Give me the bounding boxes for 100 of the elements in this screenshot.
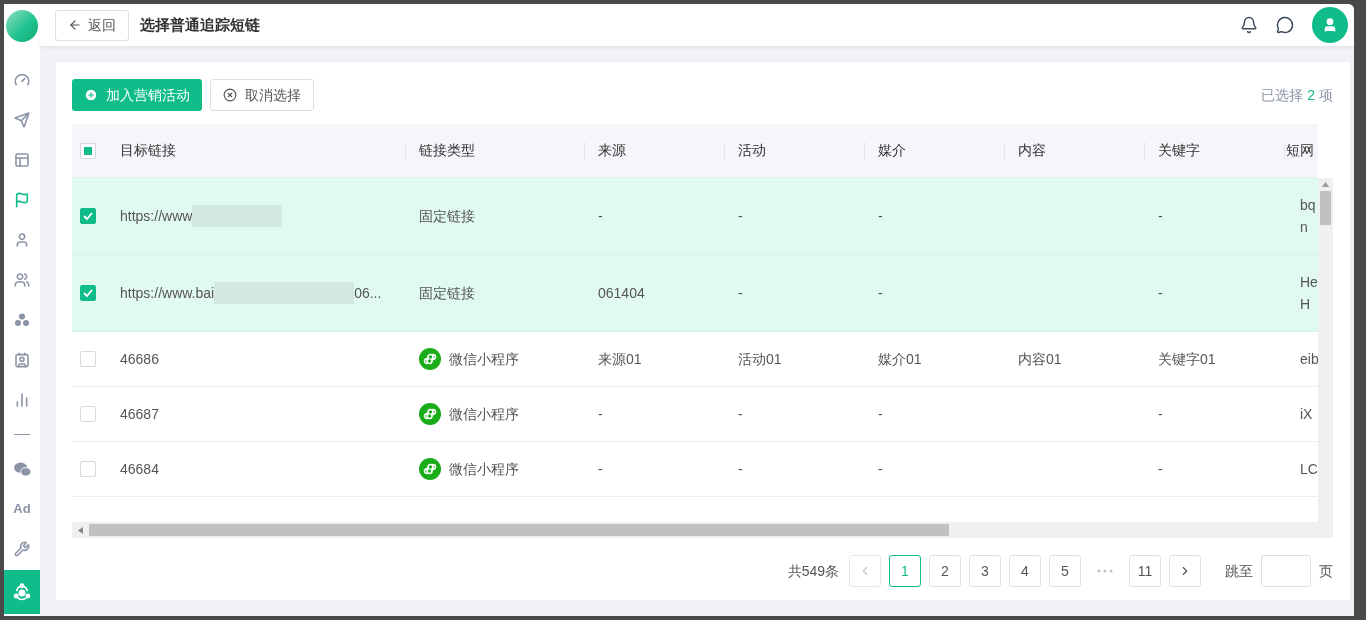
table-cell-text: - bbox=[598, 459, 603, 479]
table-cell-text: 固定链接 bbox=[419, 206, 475, 226]
table-cell-text: 46687 bbox=[120, 404, 159, 424]
left-arrow-icon[interactable] bbox=[78, 526, 83, 534]
table-cell-text: - bbox=[598, 404, 603, 424]
indeterminate-mark bbox=[84, 146, 92, 155]
table-cell-text: bq bbox=[1300, 196, 1317, 215]
column-header: 关键字 bbox=[1158, 141, 1200, 160]
person-icon bbox=[1322, 17, 1338, 33]
scrollbar-thumb[interactable] bbox=[1320, 191, 1331, 225]
flag-icon bbox=[14, 192, 30, 208]
table-cell-text: 媒介01 bbox=[878, 349, 922, 369]
table-row[interactable]: https://www 固定链接 - - - - bq n bbox=[72, 178, 1318, 255]
mini-program-icon bbox=[419, 403, 441, 425]
page-input[interactable] bbox=[1261, 555, 1311, 587]
vertical-scrollbar[interactable] bbox=[1318, 178, 1333, 522]
page-button[interactable]: 2 bbox=[929, 555, 961, 587]
contact-card-icon bbox=[14, 352, 30, 368]
page-button[interactable]: 5 bbox=[1049, 555, 1081, 587]
checkmark-icon bbox=[83, 289, 93, 297]
table-cell-text: He bbox=[1300, 273, 1318, 292]
table-cell-text: 061404 bbox=[598, 283, 645, 303]
column-header: 活动 bbox=[738, 141, 766, 160]
table-row[interactable]: https://www.bai 06... 固定链接 061404 - - - He H bbox=[72, 255, 1318, 332]
checkbox[interactable] bbox=[80, 406, 96, 422]
table-cell-text: https://www.bai bbox=[120, 283, 215, 303]
table-cell-text: H bbox=[1300, 295, 1312, 314]
table-cell-text: - bbox=[878, 206, 883, 226]
page-button[interactable]: 11 bbox=[1129, 555, 1161, 587]
ellipsis-icon bbox=[1097, 569, 1113, 573]
page-button[interactable]: 3 bbox=[969, 555, 1001, 587]
person-icon bbox=[14, 232, 30, 248]
page-unit: 页 bbox=[1319, 561, 1333, 581]
logo-icon bbox=[6, 10, 38, 42]
selection-count: 已选择 2 项 bbox=[1261, 85, 1333, 105]
gauge-icon bbox=[14, 72, 30, 88]
checkmark-icon bbox=[83, 212, 93, 220]
circles-icon bbox=[14, 312, 30, 328]
table-cell-text: - bbox=[878, 283, 883, 303]
column-header: 链接类型 bbox=[419, 141, 475, 160]
back-button[interactable]: 返回 bbox=[55, 9, 129, 41]
checkbox[interactable] bbox=[80, 285, 96, 301]
table-cell-text: - bbox=[1158, 206, 1163, 226]
column-header: 短网 bbox=[1286, 141, 1314, 160]
table-cell-text: 活动01 bbox=[738, 349, 782, 369]
table-cell-text: - bbox=[1158, 459, 1163, 479]
table-cell-text: 来源01 bbox=[598, 349, 642, 369]
table-cell-text: 06... bbox=[354, 283, 382, 303]
table-cell-text: - bbox=[878, 459, 883, 479]
table-cell-text: - bbox=[1158, 283, 1163, 303]
table-cell-text: - bbox=[738, 283, 743, 303]
plus-circle-icon bbox=[84, 88, 98, 102]
table-cell-text: 固定链接 bbox=[419, 283, 475, 303]
layout-icon bbox=[14, 152, 30, 168]
column-header: 媒介 bbox=[878, 141, 906, 160]
notification-bell-icon[interactable] bbox=[1240, 16, 1258, 34]
people-icon bbox=[14, 272, 30, 288]
up-arrow-icon[interactable] bbox=[1322, 182, 1329, 187]
table-cell-text: - bbox=[1158, 404, 1163, 424]
network-icon bbox=[13, 583, 31, 601]
jump-label: 跳至 bbox=[1225, 561, 1253, 581]
bar-chart-icon bbox=[14, 392, 30, 408]
table-cell-text: - bbox=[738, 206, 743, 226]
table-cell-text: 微信小程序 bbox=[449, 459, 519, 479]
message-icon[interactable] bbox=[1276, 16, 1294, 34]
total-count: 共549条 bbox=[787, 561, 839, 581]
page-button[interactable]: 4 bbox=[1009, 555, 1041, 587]
table-cell-text: iX bbox=[1300, 405, 1314, 424]
table-cell-text: 微信小程序 bbox=[449, 404, 519, 424]
table-cell-text: - bbox=[598, 206, 603, 226]
table-cell-text: - bbox=[738, 404, 743, 424]
checkbox[interactable] bbox=[80, 461, 96, 477]
table-cell-text: - bbox=[738, 459, 743, 479]
table-cell-text: 内容01 bbox=[1018, 349, 1062, 369]
wrench-icon bbox=[14, 541, 30, 557]
table-cell-text: 关键字01 bbox=[1158, 349, 1216, 369]
column-header: 内容 bbox=[1018, 141, 1046, 160]
checkbox[interactable] bbox=[80, 351, 96, 367]
checkbox[interactable] bbox=[80, 208, 96, 224]
table-cell-text: - bbox=[878, 404, 883, 424]
table-cell-text: 微信小程序 bbox=[449, 349, 519, 369]
user-avatar[interactable] bbox=[1312, 7, 1348, 43]
horizontal-scrollbar[interactable] bbox=[72, 522, 1333, 538]
table-cell-text: 46684 bbox=[120, 459, 159, 479]
table-cell-text: 46686 bbox=[120, 349, 159, 369]
scrollbar-thumb[interactable] bbox=[89, 524, 949, 536]
paper-plane-icon bbox=[14, 112, 30, 128]
mini-program-icon bbox=[419, 348, 441, 370]
mini-program-icon bbox=[419, 458, 441, 480]
next-page-button[interactable] bbox=[1169, 555, 1201, 587]
table-cell-text: LC bbox=[1300, 460, 1318, 479]
checkbox[interactable] bbox=[80, 142, 96, 159]
close-circle-icon bbox=[223, 88, 237, 102]
sidebar-item[interactable] bbox=[4, 570, 40, 614]
table-cell-text: https://www bbox=[120, 206, 193, 226]
page-title: 选择普通追踪短链 bbox=[140, 14, 260, 35]
table-cell-text: eib bbox=[1300, 350, 1318, 369]
chat-bubbles-icon bbox=[13, 461, 31, 477]
cancel-selection-button[interactable]: 取消选择 bbox=[210, 79, 314, 111]
column-header: 目标链接 bbox=[120, 141, 176, 160]
